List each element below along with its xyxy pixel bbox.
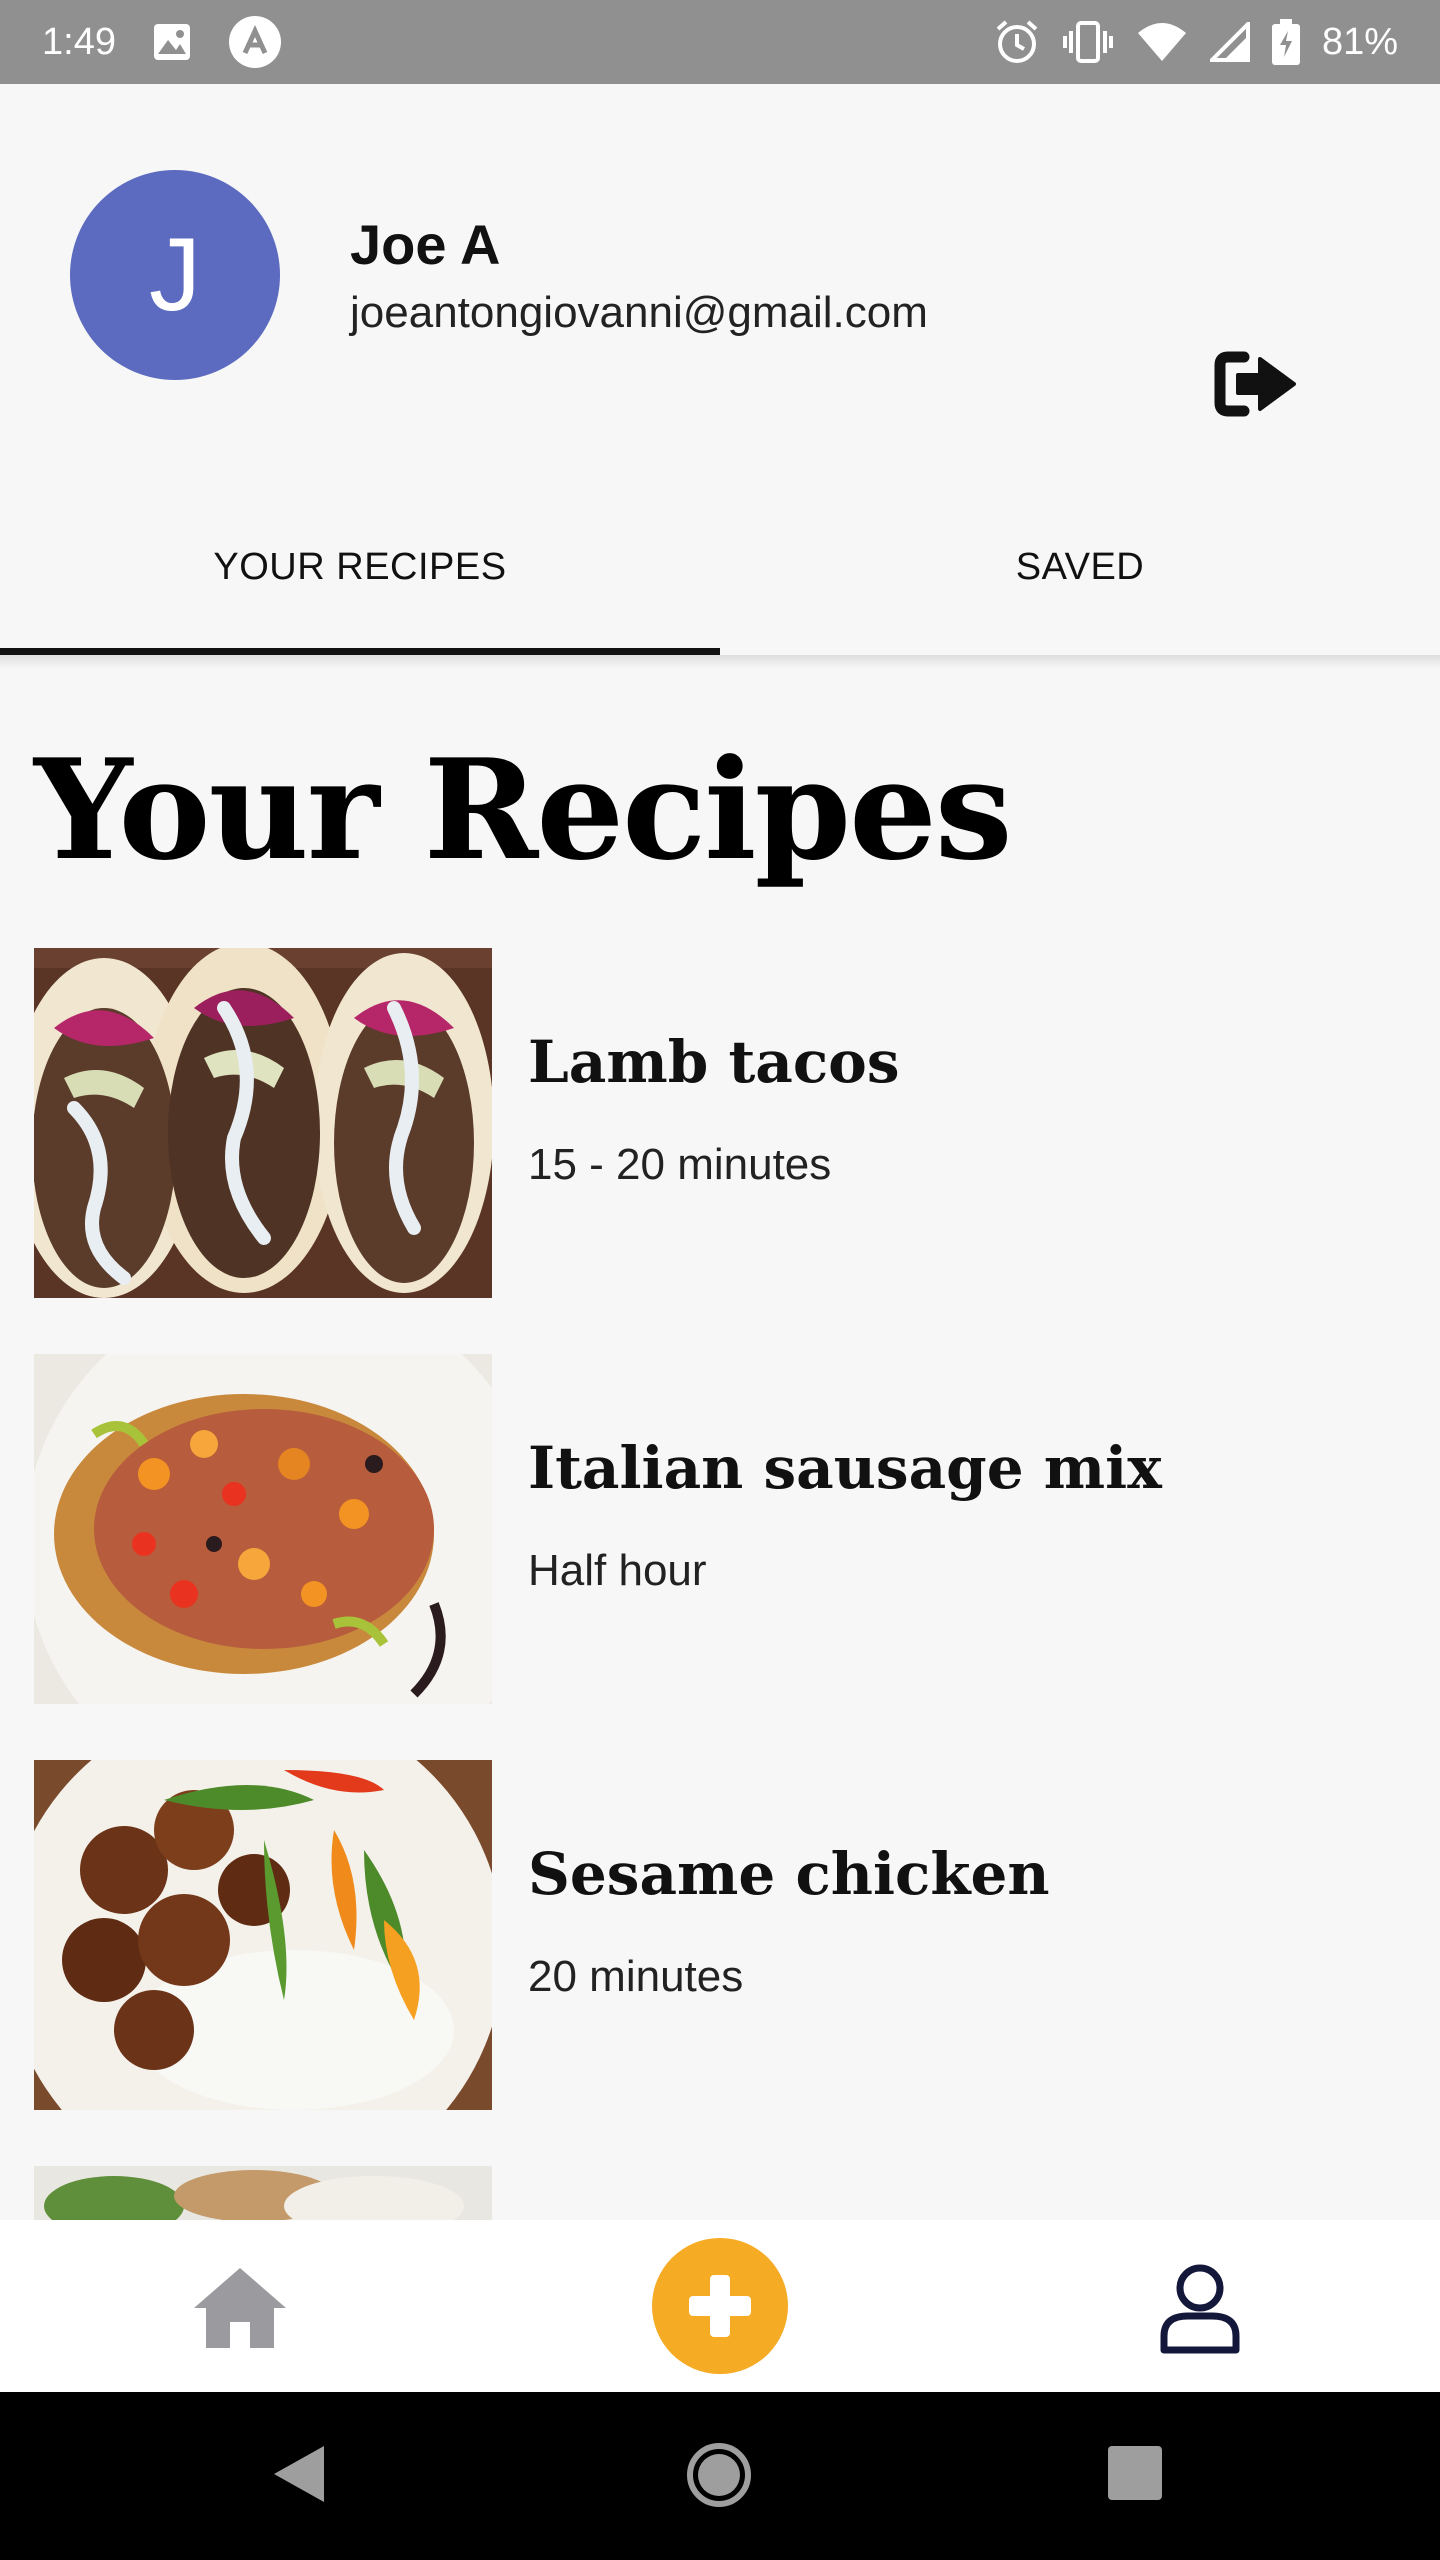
battery-percent: 81% <box>1321 20 1398 63</box>
page-title: Your Recipes <box>34 728 1013 891</box>
tab-saved[interactable]: SAVED <box>720 478 1440 656</box>
back-icon <box>274 2446 324 2502</box>
recents-icon[interactable] <box>1108 2446 1162 2500</box>
recipe-time: 15 - 20 minutes <box>528 1140 832 1189</box>
recipe-image <box>34 948 492 1298</box>
back-button[interactable] <box>270 2444 326 2509</box>
recipe-image <box>34 2166 492 2220</box>
profile-nav-button[interactable] <box>1158 2262 1242 2354</box>
tab-your-recipes[interactable]: YOUR RECIPES <box>0 478 720 656</box>
recipe-title: Lamb tacos <box>528 1028 900 1096</box>
avatar: J <box>70 170 280 380</box>
user-email: joeantongiovanni@gmail.com <box>350 288 928 337</box>
recipe-card[interactable]: Italian sausage mix Half hour <box>34 1354 1404 1704</box>
tab-bar-shadow <box>0 655 1440 669</box>
user-name: Joe A <box>350 213 501 276</box>
home-icon <box>194 2268 286 2348</box>
battery-charging-icon <box>1271 19 1300 65</box>
app-icon <box>228 15 282 69</box>
image-icon <box>152 22 192 62</box>
vibrate-icon <box>1062 19 1114 65</box>
wifi-icon <box>1136 21 1188 63</box>
recipe-card[interactable]: Lamb tacos 15 - 20 minutes <box>34 948 1404 1298</box>
home-circle-icon <box>687 2443 751 2507</box>
logout-icon <box>1214 351 1296 417</box>
recipe-title: Sesame chicken <box>528 1840 1050 1908</box>
recipe-card[interactable] <box>34 2166 1404 2220</box>
recipe-image <box>34 1760 492 2110</box>
alarm-icon <box>994 19 1040 65</box>
recipe-card[interactable]: Sesame chicken 20 minutes <box>34 1760 1404 2110</box>
recipe-time: 20 minutes <box>528 1952 744 2001</box>
logout-button[interactable] <box>1210 346 1302 422</box>
status-time: 1:49 <box>42 20 116 63</box>
status-bar: 1:49 81% <box>0 0 1440 84</box>
home-nav-button[interactable] <box>190 2264 290 2350</box>
recipe-image <box>34 1354 492 1704</box>
system-nav-bar <box>0 2392 1440 2560</box>
profile-icon <box>1160 2264 1240 2354</box>
recipe-title: Italian sausage mix <box>528 1434 1162 1502</box>
tab-indicator <box>0 648 720 655</box>
add-recipe-button[interactable] <box>652 2238 788 2374</box>
tab-bar: YOUR RECIPES SAVED <box>0 478 1440 656</box>
recipe-time: Half hour <box>528 1546 707 1595</box>
add-icon <box>689 2275 751 2337</box>
signal-icon <box>1209 22 1250 62</box>
bottom-nav <box>0 2220 1440 2392</box>
system-home-button[interactable] <box>686 2442 752 2513</box>
